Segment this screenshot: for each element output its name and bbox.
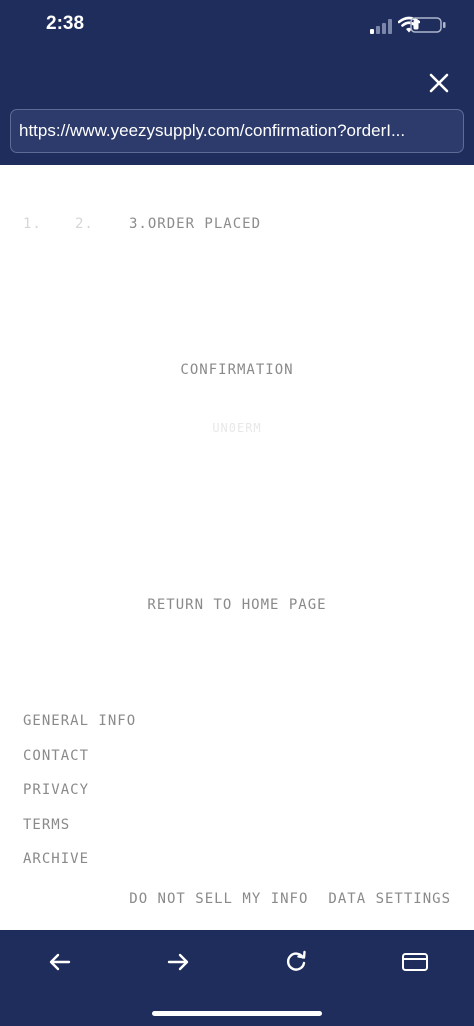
- battery-icon: [410, 17, 446, 33]
- browser-toolbar: [0, 930, 474, 1026]
- footer-link-general-info[interactable]: GENERAL INFO: [23, 713, 136, 748]
- close-icon[interactable]: [426, 70, 452, 96]
- footer-link-contact[interactable]: CONTACT: [23, 748, 136, 783]
- step-2[interactable]: 2.: [75, 216, 94, 232]
- browser-header: 2:38 https://www.yeezysupply.com/confirm…: [0, 0, 474, 165]
- footer-bottom-links: DO NOT SELL MY INFO DATA SETTINGS: [129, 891, 451, 907]
- reload-icon[interactable]: [281, 947, 311, 977]
- footer-link-privacy[interactable]: PRIVACY: [23, 782, 136, 817]
- confirmation-title: CONFIRMATION: [180, 362, 294, 378]
- status-time: 2:38: [46, 13, 85, 34]
- step-1[interactable]: 1.: [23, 216, 42, 232]
- card-icon[interactable]: [400, 947, 430, 977]
- cellular-signal-icon: [370, 18, 392, 34]
- footer-links: GENERAL INFO CONTACT PRIVACY TERMS ARCHI…: [23, 713, 136, 886]
- do-not-sell-link[interactable]: DO NOT SELL MY INFO: [129, 891, 308, 907]
- return-home-link[interactable]: RETURN TO HOME PAGE: [0, 597, 474, 613]
- footer-link-archive[interactable]: ARCHIVE: [23, 851, 136, 886]
- footer-link-terms[interactable]: TERMS: [23, 817, 136, 852]
- step-3-order-placed: 3.ORDER PLACED: [129, 216, 262, 232]
- url-bar[interactable]: https://www.yeezysupply.com/confirmation…: [10, 109, 464, 153]
- data-settings-link[interactable]: DATA SETTINGS: [328, 891, 451, 907]
- back-arrow-icon[interactable]: [45, 947, 75, 977]
- forward-arrow-icon[interactable]: [163, 947, 193, 977]
- order-number: UN0ERM: [212, 421, 262, 435]
- home-indicator: [152, 1011, 322, 1016]
